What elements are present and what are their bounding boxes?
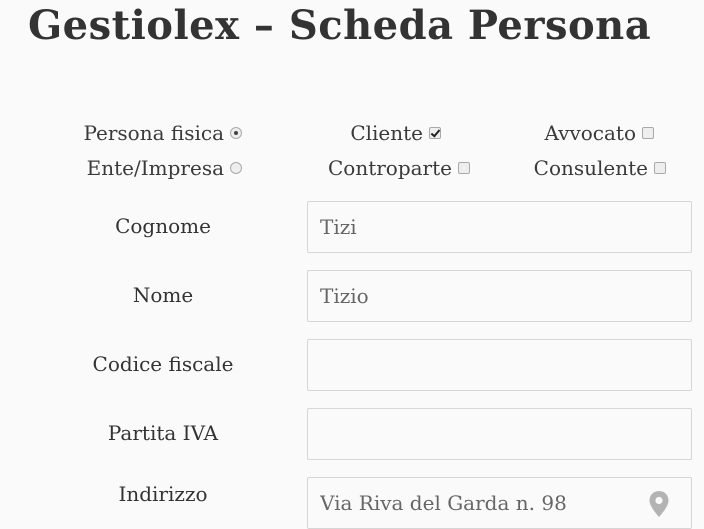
ente-impresa-radio[interactable] (230, 162, 242, 174)
indirizzo-input[interactable] (308, 478, 691, 528)
cognome-field-box (307, 201, 692, 253)
indirizzo-field-box (307, 477, 692, 529)
persona-fisica-radio[interactable] (230, 127, 242, 139)
avvocato-checkbox[interactable] (642, 127, 654, 139)
option-cliente[interactable]: Cliente (300, 121, 441, 145)
codice-fiscale-label: Codice fiscale (92, 352, 234, 376)
option-consulente[interactable]: Consulente (500, 156, 666, 180)
option-label: Ente/Impresa (86, 156, 224, 180)
consulente-checkbox[interactable] (654, 162, 666, 174)
cognome-input[interactable] (308, 202, 691, 252)
indirizzo-label: Indirizzo (118, 482, 208, 506)
partita-iva-label: Partita IVA (107, 421, 219, 445)
nome-input[interactable] (308, 271, 691, 321)
option-label: Controparte (327, 156, 452, 180)
option-avvocato[interactable]: Avvocato (500, 121, 654, 145)
cliente-checkbox[interactable] (429, 127, 441, 139)
nome-label: Nome (132, 283, 194, 307)
cognome-label: Cognome (115, 214, 211, 238)
partita-iva-field-box (307, 408, 692, 460)
partita-iva-input[interactable] (308, 409, 691, 459)
option-label: Cliente (350, 121, 423, 145)
option-label: Persona fisica (83, 121, 224, 145)
nome-field-box (307, 270, 692, 322)
option-controparte[interactable]: Controparte (300, 156, 470, 180)
controparte-checkbox[interactable] (458, 162, 470, 174)
codice-fiscale-field-box (307, 339, 692, 391)
option-persona-fisica[interactable]: Persona fisica (70, 121, 242, 145)
option-ente-impresa[interactable]: Ente/Impresa (70, 156, 242, 180)
codice-fiscale-input[interactable] (308, 340, 691, 390)
page-title: Gestiolex – Scheda Persona (28, 2, 652, 49)
option-label: Consulente (533, 156, 648, 180)
option-label: Avvocato (544, 121, 636, 145)
map-pin-icon[interactable] (649, 491, 669, 517)
